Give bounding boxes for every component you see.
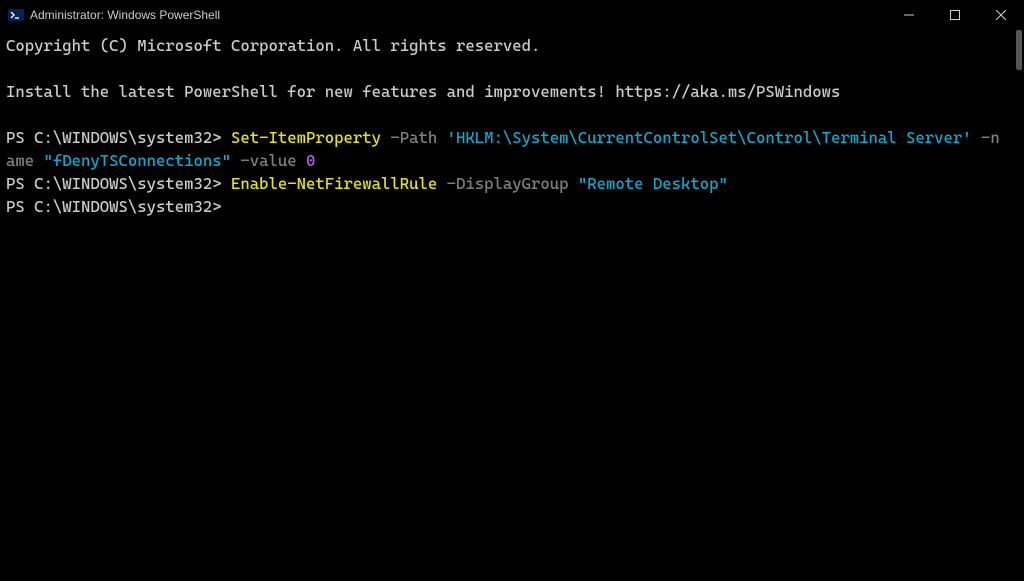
window-title: Administrator: Windows PowerShell [30, 8, 220, 22]
close-button[interactable] [978, 0, 1024, 30]
param-value: -value [240, 151, 296, 170]
powershell-icon [8, 7, 24, 23]
cmd-set-itemproperty: Set-ItemProperty [231, 128, 381, 147]
prompt-3: PS C:\WINDOWS\system32> [6, 197, 222, 216]
value-name: "fDenyTSConnections" [44, 151, 232, 170]
value-value: 0 [306, 151, 315, 170]
maximize-button[interactable] [932, 0, 978, 30]
value-path: 'HKLM:\System\CurrentControlSet\Control\… [447, 128, 972, 147]
prompt-1: PS C:\WINDOWS\system32> [6, 128, 222, 147]
cmd-enable-netfirewallrule: Enable-NetFirewallRule [231, 174, 437, 193]
value-displaygroup: "Remote Desktop" [578, 174, 728, 193]
window-controls [886, 0, 1024, 30]
param-displaygroup: -DisplayGroup [447, 174, 569, 193]
scrollbar-thumb[interactable] [1016, 30, 1022, 70]
param-path: -Path [390, 128, 437, 147]
install-message: Install the latest PowerShell for new fe… [6, 82, 840, 101]
titlebar[interactable]: Administrator: Windows PowerShell [0, 0, 1024, 30]
powershell-window: Administrator: Windows PowerShell Copyri… [0, 0, 1024, 581]
scrollbar[interactable] [1014, 30, 1024, 581]
copyright-line: Copyright (C) Microsoft Corporation. All… [6, 36, 540, 55]
minimize-button[interactable] [886, 0, 932, 30]
content-area: Copyright (C) Microsoft Corporation. All… [0, 30, 1024, 581]
prompt-2: PS C:\WINDOWS\system32> [6, 174, 222, 193]
terminal-output[interactable]: Copyright (C) Microsoft Corporation. All… [0, 30, 1014, 581]
